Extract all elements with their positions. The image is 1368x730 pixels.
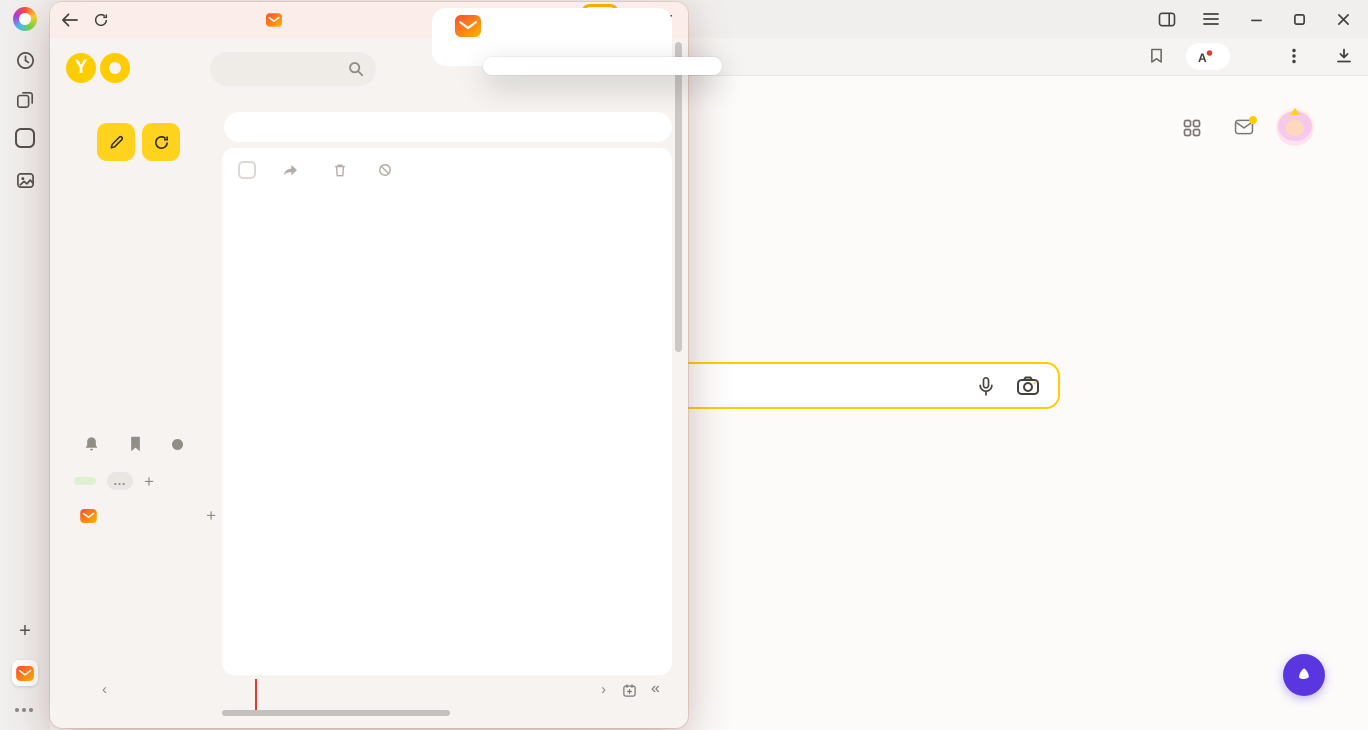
y360-o-icon <box>100 53 130 83</box>
horizontal-scrollbar[interactable] <box>222 710 450 716</box>
notes-icon[interactable] <box>13 88 37 112</box>
list-filter-bar[interactable] <box>224 112 672 142</box>
browser-sidebar: + <box>0 0 50 730</box>
refresh-icon[interactable] <box>91 11 111 29</box>
dot-filter-icon[interactable] <box>172 439 183 450</box>
add-panel-icon[interactable]: + <box>14 620 36 642</box>
alice-assistant-button[interactable] <box>1283 654 1325 696</box>
mail-popup-window: Y <box>50 2 688 728</box>
user-avatar[interactable] <box>1276 108 1314 146</box>
account-mail-icon <box>80 509 97 523</box>
add-label-icon[interactable]: + <box>144 473 154 490</box>
search-icon <box>348 61 364 77</box>
sidebar-more-icon[interactable] <box>15 708 33 712</box>
yandex-mail-logo-icon <box>266 13 282 27</box>
message-list <box>222 192 672 675</box>
vertical-scrollbar[interactable] <box>675 42 682 352</box>
trash-icon <box>333 163 347 177</box>
labels-more-icon[interactable]: … <box>107 472 133 490</box>
yandex-mail-app-icon[interactable] <box>12 660 38 686</box>
delete-button[interactable] <box>333 163 352 177</box>
timeline-next-icon[interactable]: › <box>601 681 606 698</box>
message-list-card <box>222 148 672 675</box>
bookmark-flag-icon[interactable] <box>129 436 142 452</box>
day-timeline: ‹ › « <box>50 677 688 713</box>
window-close-button[interactable] <box>1328 0 1358 38</box>
downloads-icon[interactable] <box>1336 48 1352 64</box>
window-maximize-button[interactable] <box>1284 0 1314 38</box>
translate-icon: A <box>1197 49 1213 65</box>
new-event-icon[interactable] <box>622 683 637 698</box>
address-bar-more-icon[interactable] <box>1292 48 1296 64</box>
yandex-browser-logo-icon[interactable] <box>13 7 37 31</box>
mail-badge <box>1249 116 1257 124</box>
side-panels-icon[interactable] <box>1152 0 1182 38</box>
gallery-icon[interactable] <box>13 168 37 192</box>
image-search-icon[interactable] <box>1016 375 1040 397</box>
screen: + A <box>0 0 1368 730</box>
quick-filters <box>84 436 183 452</box>
bell-icon[interactable] <box>84 436 99 452</box>
forward-button[interactable] <box>283 164 303 177</box>
collapse-timeline-icon[interactable]: « <box>651 680 658 698</box>
spam-button[interactable] <box>378 163 397 177</box>
current-time-indicator <box>255 679 257 710</box>
translate-button[interactable]: A <box>1186 43 1230 70</box>
window-minimize-button[interactable] <box>1241 0 1271 38</box>
tabs-counter-icon[interactable] <box>15 128 35 148</box>
popup-title <box>266 2 289 38</box>
page-mail-icon[interactable] <box>1234 119 1254 135</box>
back-icon[interactable] <box>59 11 79 29</box>
mail-search-box[interactable] <box>210 52 376 86</box>
voice-search-icon[interactable] <box>976 375 996 399</box>
select-all-checkbox[interactable] <box>238 161 256 179</box>
list-toolbar <box>222 148 672 192</box>
mail-search-input[interactable] <box>224 52 344 86</box>
mail-refresh-button[interactable] <box>142 123 180 161</box>
account-row[interactable]: + <box>80 507 216 524</box>
services-grid-icon[interactable] <box>1183 119 1201 137</box>
compose-button[interactable] <box>97 123 135 161</box>
label-work[interactable] <box>74 477 96 485</box>
mail-service-icon <box>455 15 481 37</box>
tab-mail[interactable] <box>444 15 492 40</box>
labels-row: … + <box>74 472 154 490</box>
y360-y-icon: Y <box>66 53 96 83</box>
timeline-prev-icon[interactable]: ‹ <box>102 681 107 698</box>
y360-logo: Y <box>66 53 136 83</box>
bookmark-icon[interactable] <box>1150 48 1163 64</box>
forward-icon <box>283 164 298 177</box>
svg-text:A: A <box>1198 51 1207 65</box>
browser-menu-icon[interactable] <box>1196 0 1226 38</box>
add-account-icon[interactable]: + <box>206 507 216 524</box>
crown-icon <box>1290 108 1300 115</box>
spam-icon <box>378 163 392 177</box>
window-mode-menu <box>483 57 722 75</box>
history-icon[interactable] <box>13 48 37 72</box>
